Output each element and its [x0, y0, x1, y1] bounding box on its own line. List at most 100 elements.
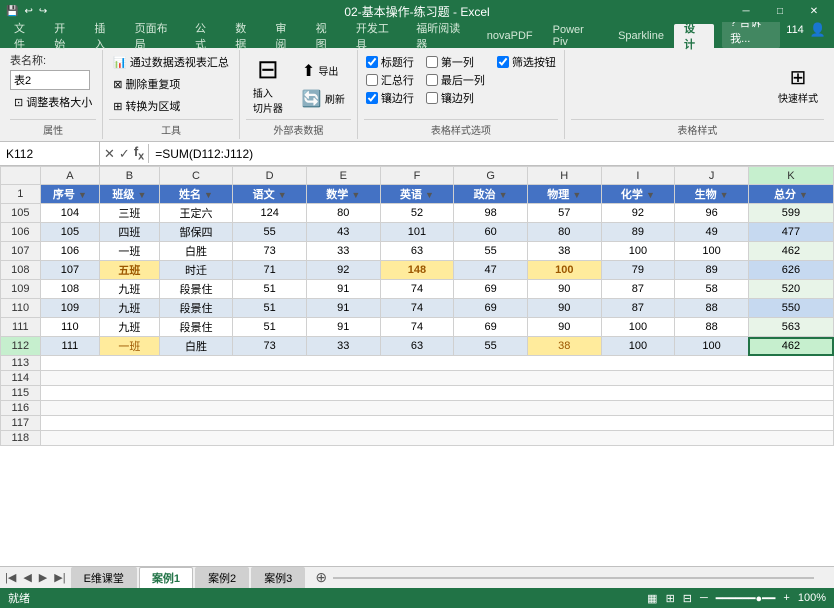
cell-h109[interactable]: 90 — [527, 280, 601, 299]
minimize-button[interactable]: ─ — [730, 2, 762, 20]
tab-page-layout[interactable]: 页面布局 — [125, 24, 185, 48]
tab-last-btn[interactable]: ▶| — [51, 571, 68, 584]
cell-e109[interactable]: 91 — [306, 280, 380, 299]
redo-icon[interactable]: ↪ — [37, 6, 49, 17]
formula-input[interactable]: =SUM(D112:J112) — [149, 147, 834, 161]
cell-a1[interactable]: 序号 ▼ — [40, 185, 100, 204]
cell-i106[interactable]: 89 — [601, 223, 675, 242]
cell-d106[interactable]: 55 — [233, 223, 307, 242]
cell-g107[interactable]: 55 — [454, 242, 528, 261]
view-page-btn[interactable]: ⊞ — [666, 592, 675, 605]
cell-c106[interactable]: 郜保四 — [159, 223, 233, 242]
cell-a110[interactable]: 109 — [40, 299, 100, 318]
cell-g112[interactable]: 55 — [454, 337, 528, 356]
cell-k108[interactable]: 626 — [748, 261, 833, 280]
cell-k1[interactable]: 总分 ▼ — [748, 185, 833, 204]
refresh-btn[interactable]: 🔄 刷新 — [296, 87, 351, 111]
cell-g108[interactable]: 47 — [454, 261, 528, 280]
cell-f106[interactable]: 101 — [380, 223, 454, 242]
table-name-input[interactable] — [10, 70, 90, 90]
zoom-out-btn[interactable]: ─ — [700, 592, 708, 604]
zoom-level[interactable]: 100% — [798, 592, 826, 604]
col-header-j[interactable]: J — [675, 167, 749, 185]
tab-novapdf[interactable]: novaPDF — [477, 24, 543, 48]
tab-first-btn[interactable]: |◀ — [2, 571, 19, 584]
cell-d110[interactable]: 51 — [233, 299, 307, 318]
cell-j109[interactable]: 58 — [675, 280, 749, 299]
convert-range-btn[interactable]: ⊞ 转换为区域 — [109, 96, 184, 116]
cell-j108[interactable]: 89 — [675, 261, 749, 280]
tab-formula[interactable]: 公式 — [185, 24, 225, 48]
cell-g109[interactable]: 69 — [454, 280, 528, 299]
cell-f110[interactable]: 74 — [380, 299, 454, 318]
tab-sparkline[interactable]: Sparkline — [608, 24, 674, 48]
view-normal-btn[interactable]: ▦ — [647, 592, 657, 605]
col-header-h[interactable]: H — [527, 167, 601, 185]
cell-h111[interactable]: 90 — [527, 318, 601, 337]
cell-d111[interactable]: 51 — [233, 318, 307, 337]
cell-d105[interactable]: 124 — [233, 204, 307, 223]
cell-e110[interactable]: 91 — [306, 299, 380, 318]
save-icon[interactable]: 💾 — [4, 6, 20, 17]
cell-d107[interactable]: 73 — [233, 242, 307, 261]
cell-j111[interactable]: 88 — [675, 318, 749, 337]
tab-case1[interactable]: 案例1 — [139, 567, 193, 588]
cell-b108[interactable]: 五班 — [100, 261, 160, 280]
quick-styles-btn[interactable]: ⊞ 快速样式 — [772, 63, 824, 107]
cell-i111[interactable]: 100 — [601, 318, 675, 337]
tab-case3[interactable]: 案例3 — [251, 567, 305, 588]
tab-review[interactable]: 审阅 — [265, 24, 305, 48]
close-button[interactable]: ✕ — [798, 2, 830, 20]
tab-file[interactable]: 文件 — [4, 24, 44, 48]
add-sheet-btn[interactable]: ⊕ — [309, 569, 333, 586]
cell-e112[interactable]: 33 — [306, 337, 380, 356]
cell-d109[interactable]: 51 — [233, 280, 307, 299]
cell-j110[interactable]: 88 — [675, 299, 749, 318]
cell-b1[interactable]: 班级 ▼ — [100, 185, 160, 204]
tab-prev-btn[interactable]: ◀ — [20, 571, 34, 584]
remove-duplicates-btn[interactable]: ⊠ 删除重复项 — [109, 74, 184, 94]
cell-e106[interactable]: 43 — [306, 223, 380, 242]
cell-g106[interactable]: 60 — [454, 223, 528, 242]
cell-a108[interactable]: 107 — [40, 261, 100, 280]
cell-d108[interactable]: 71 — [233, 261, 307, 280]
tab-home[interactable]: 开始 — [44, 24, 84, 48]
cell-e107[interactable]: 33 — [306, 242, 380, 261]
cell-f111[interactable]: 74 — [380, 318, 454, 337]
banded-rows-checkbox[interactable]: 镶边行 — [366, 90, 414, 106]
cell-h112[interactable]: 38 — [527, 337, 601, 356]
undo-icon[interactable]: ↩ — [22, 6, 34, 17]
cell-h107[interactable]: 38 — [527, 242, 601, 261]
tab-data[interactable]: 数据 — [225, 24, 265, 48]
cell-i107[interactable]: 100 — [601, 242, 675, 261]
last-col-checkbox[interactable]: 最后一列 — [426, 72, 485, 88]
cell-c111[interactable]: 段景住 — [159, 318, 233, 337]
cell-a106[interactable]: 105 — [40, 223, 100, 242]
cell-j1[interactable]: 生物 ▼ — [675, 185, 749, 204]
col-header-k[interactable]: K — [748, 167, 833, 185]
cell-b112[interactable]: 一班 — [100, 337, 160, 356]
cell-c107[interactable]: 白胜 — [159, 242, 233, 261]
col-header-e[interactable]: E — [306, 167, 380, 185]
cell-k111[interactable]: 563 — [748, 318, 833, 337]
cell-c1[interactable]: 姓名 ▼ — [159, 185, 233, 204]
function-icon[interactable]: fx — [134, 144, 144, 163]
cell-k109[interactable]: 520 — [748, 280, 833, 299]
cell-k107[interactable]: 462 — [748, 242, 833, 261]
tab-e-course[interactable]: E维课堂 — [71, 567, 137, 588]
cell-d1[interactable]: 语文 ▼ — [233, 185, 307, 204]
confirm-icon[interactable]: ✓ — [119, 146, 130, 162]
cell-c108[interactable]: 时迁 — [159, 261, 233, 280]
insert-slicer-btn[interactable]: ⊟ 插入切片器 — [246, 52, 290, 117]
zoom-slider[interactable]: ━━━━━━●━━ — [716, 592, 776, 605]
cell-b111[interactable]: 九班 — [100, 318, 160, 337]
cell-i1[interactable]: 化学 ▼ — [601, 185, 675, 204]
cell-e1[interactable]: 数学 ▼ — [306, 185, 380, 204]
col-header-f[interactable]: F — [380, 167, 454, 185]
tab-insert[interactable]: 插入 — [84, 24, 124, 48]
col-header-c[interactable]: C — [159, 167, 233, 185]
cell-j106[interactable]: 49 — [675, 223, 749, 242]
cell-b110[interactable]: 九班 — [100, 299, 160, 318]
cell-k105[interactable]: 599 — [748, 204, 833, 223]
cell-g111[interactable]: 69 — [454, 318, 528, 337]
